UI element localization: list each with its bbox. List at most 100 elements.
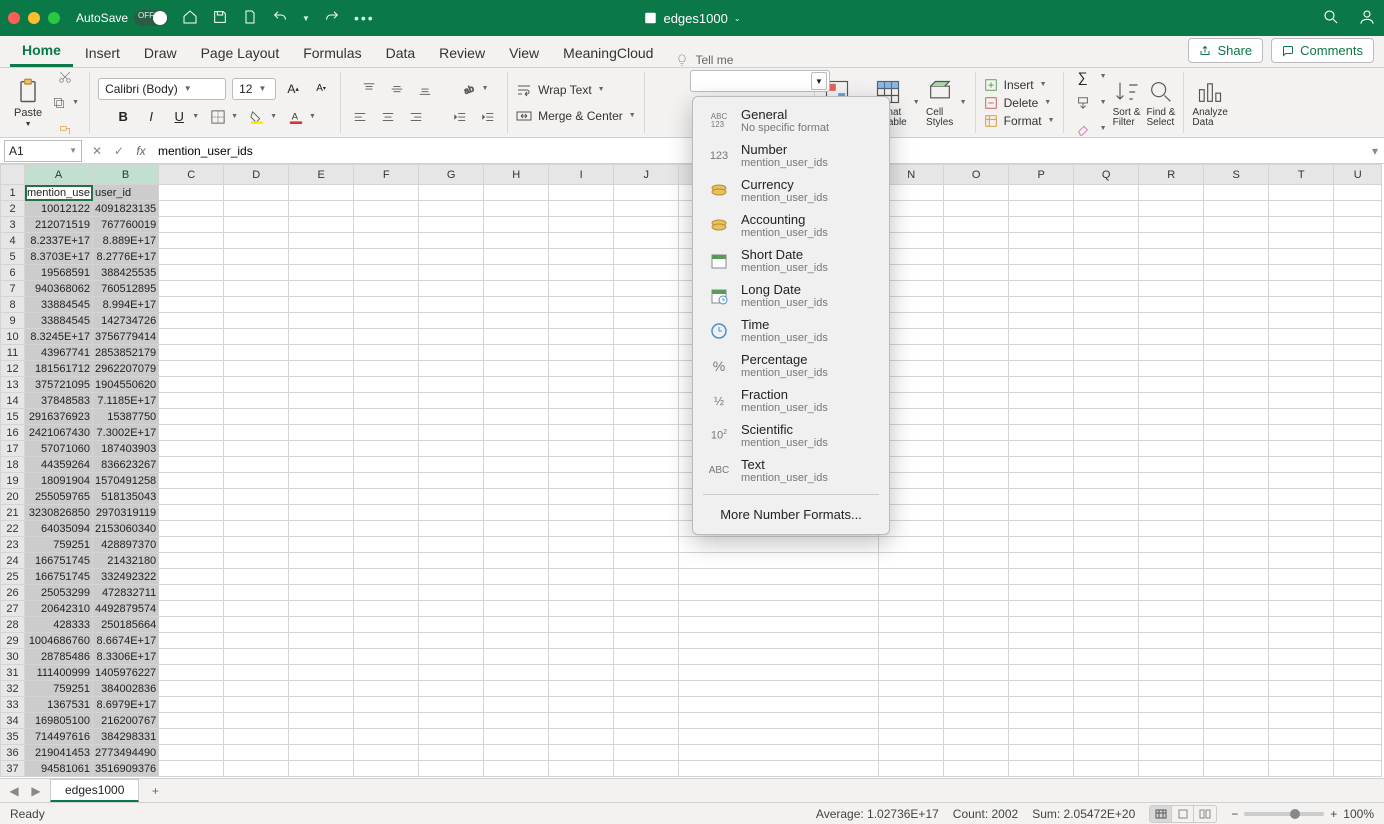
- cell-A15[interactable]: 2916376923: [25, 409, 93, 425]
- cell[interactable]: [159, 713, 224, 729]
- cell[interactable]: [549, 249, 614, 265]
- cell[interactable]: [1269, 265, 1334, 281]
- column-header-B[interactable]: B: [93, 165, 159, 185]
- row-header-18[interactable]: 18: [1, 457, 25, 473]
- cut-button[interactable]: [54, 66, 76, 88]
- sheet-tab[interactable]: edges1000: [50, 779, 139, 802]
- cell[interactable]: [484, 217, 549, 233]
- cell-B9[interactable]: 142734726: [93, 313, 159, 329]
- cell[interactable]: [484, 617, 549, 633]
- cell[interactable]: [224, 617, 289, 633]
- cell[interactable]: [549, 265, 614, 281]
- cell[interactable]: [614, 761, 679, 777]
- cell[interactable]: [614, 425, 679, 441]
- cell[interactable]: [1204, 361, 1269, 377]
- cell[interactable]: [879, 537, 944, 553]
- cell[interactable]: [1139, 345, 1204, 361]
- cell-A28[interactable]: 428333: [25, 617, 93, 633]
- cell[interactable]: [289, 745, 354, 761]
- tab-meaningcloud[interactable]: MeaningCloud: [551, 39, 665, 67]
- cell[interactable]: [944, 457, 1009, 473]
- analyze-data-button[interactable]: AnalyzeData: [1192, 78, 1228, 128]
- cell[interactable]: [419, 233, 484, 249]
- row-header-29[interactable]: 29: [1, 633, 25, 649]
- row-header-22[interactable]: 22: [1, 521, 25, 537]
- cell[interactable]: [1139, 425, 1204, 441]
- column-header-Q[interactable]: Q: [1074, 165, 1139, 185]
- cell[interactable]: [1269, 601, 1334, 617]
- cell[interactable]: [1269, 425, 1334, 441]
- cell[interactable]: [484, 329, 549, 345]
- cell[interactable]: [1139, 313, 1204, 329]
- tab-review[interactable]: Review: [427, 39, 497, 67]
- cell[interactable]: [1139, 569, 1204, 585]
- cell[interactable]: [419, 729, 484, 745]
- cell[interactable]: [419, 697, 484, 713]
- cell[interactable]: [879, 665, 944, 681]
- cell[interactable]: [484, 281, 549, 297]
- cell-A34[interactable]: 169805100: [25, 713, 93, 729]
- cell-B6[interactable]: 388425535: [93, 265, 159, 281]
- cell[interactable]: [1269, 713, 1334, 729]
- cell[interactable]: [224, 345, 289, 361]
- cell[interactable]: [419, 617, 484, 633]
- column-header-C[interactable]: C: [159, 165, 224, 185]
- cell-styles-button[interactable]: CellStyles: [926, 78, 954, 128]
- cell[interactable]: [1269, 585, 1334, 601]
- cell[interactable]: [419, 297, 484, 313]
- cell[interactable]: [159, 505, 224, 521]
- cell[interactable]: [1334, 729, 1382, 745]
- cell[interactable]: [1009, 649, 1074, 665]
- cell[interactable]: [1334, 665, 1382, 681]
- cell[interactable]: [484, 441, 549, 457]
- cell[interactable]: [1204, 217, 1269, 233]
- cell[interactable]: [224, 265, 289, 281]
- cell[interactable]: [1009, 345, 1074, 361]
- row-header-13[interactable]: 13: [1, 377, 25, 393]
- cell[interactable]: [354, 329, 419, 345]
- row-header-2[interactable]: 2: [1, 201, 25, 217]
- cell[interactable]: [354, 185, 419, 201]
- cell[interactable]: [1139, 329, 1204, 345]
- increase-font-button[interactable]: A▴: [282, 78, 304, 100]
- column-header-E[interactable]: E: [289, 165, 354, 185]
- cell[interactable]: [289, 489, 354, 505]
- cell[interactable]: [159, 297, 224, 313]
- cell-A26[interactable]: 25053299: [25, 585, 93, 601]
- cell[interactable]: [159, 649, 224, 665]
- tab-page-layout[interactable]: Page Layout: [189, 39, 292, 67]
- cell[interactable]: [944, 569, 1009, 585]
- cell[interactable]: [289, 649, 354, 665]
- cell[interactable]: [1009, 697, 1074, 713]
- cell[interactable]: [419, 473, 484, 489]
- cell[interactable]: [354, 217, 419, 233]
- cell[interactable]: [1269, 745, 1334, 761]
- column-header-R[interactable]: R: [1139, 165, 1204, 185]
- autosave-toggle[interactable]: AutoSave OFF: [76, 10, 168, 26]
- cell-A33[interactable]: 1367531: [25, 697, 93, 713]
- cell[interactable]: [224, 377, 289, 393]
- cell[interactable]: [1009, 201, 1074, 217]
- align-left-button[interactable]: [349, 106, 371, 128]
- cell[interactable]: [354, 473, 419, 489]
- cell[interactable]: [354, 393, 419, 409]
- cell[interactable]: [1204, 457, 1269, 473]
- cell[interactable]: [289, 761, 354, 777]
- column-header-U[interactable]: U: [1334, 165, 1382, 185]
- row-header-21[interactable]: 21: [1, 505, 25, 521]
- increase-indent-button[interactable]: [477, 106, 499, 128]
- cell[interactable]: [1009, 585, 1074, 601]
- cell[interactable]: [289, 393, 354, 409]
- cell[interactable]: [484, 697, 549, 713]
- cell[interactable]: [289, 713, 354, 729]
- column-header-G[interactable]: G: [419, 165, 484, 185]
- cell[interactable]: [354, 649, 419, 665]
- cell[interactable]: [1139, 457, 1204, 473]
- cell-A23[interactable]: 759251: [25, 537, 93, 553]
- cancel-formula-button[interactable]: ✕: [86, 144, 108, 158]
- cell-B36[interactable]: 2773494490: [93, 745, 159, 761]
- column-header-P[interactable]: P: [1009, 165, 1074, 185]
- cell[interactable]: [484, 745, 549, 761]
- align-bottom-button[interactable]: [414, 78, 436, 100]
- cell-B27[interactable]: 4492879574: [93, 601, 159, 617]
